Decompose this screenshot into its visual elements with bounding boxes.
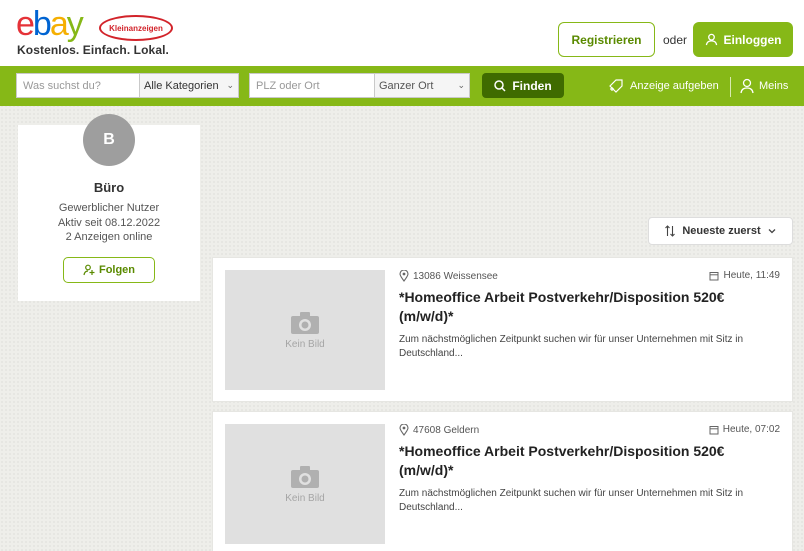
nav-divider — [730, 77, 731, 97]
seller-type: Gewerblicher Nutzer — [58, 202, 160, 214]
logo-tagline: Kostenlos. Einfach. Lokal. — [17, 43, 169, 57]
sort-label: Neueste zuerst — [682, 225, 761, 237]
seller-name: Büro — [93, 180, 125, 195]
listing-title[interactable]: *Homeoffice Arbeit Postverkehr/Dispositi… — [399, 442, 769, 480]
login-button[interactable]: Einloggen — [693, 22, 793, 57]
listing-description: Zum nächstmöglichen Zeitpunkt suchen wir… — [399, 334, 744, 359]
user-icon — [740, 78, 754, 94]
active-since: Aktiv seit 08.12.2022 — [57, 217, 161, 229]
radius-select[interactable]: Ganzer Ort ⌄ — [374, 73, 470, 98]
find-button[interactable]: Finden — [482, 73, 564, 98]
date-text: Heute, 07:02 — [722, 424, 780, 435]
add-pin-icon — [609, 79, 623, 93]
calendar-icon — [709, 271, 719, 280]
camera-icon — [291, 465, 319, 488]
location-text: 13086 Weissensee — [413, 270, 498, 282]
user-icon — [705, 33, 717, 46]
chevron-down-icon: ⌄ — [457, 80, 465, 90]
search-input[interactable]: Was suchst du? — [16, 73, 140, 98]
no-image-label: Kein Bild — [285, 492, 325, 504]
camera-icon — [291, 311, 319, 334]
mine-label: Meins — [759, 80, 789, 92]
register-button[interactable]: Registrieren — [558, 22, 655, 57]
login-label: Einloggen — [723, 32, 782, 47]
sort-dropdown[interactable]: Neueste zuerst — [648, 217, 793, 245]
search-icon — [494, 79, 506, 92]
listing-thumbnail[interactable]: Kein Bild — [225, 424, 385, 544]
follow-button[interactable]: Folgen — [63, 257, 155, 283]
top-header: ebay Kleinanzeigen Kostenlos. Einfach. L… — [0, 0, 804, 66]
no-image-label: Kein Bild — [285, 338, 325, 350]
my-account-link[interactable]: Meins — [740, 77, 788, 95]
post-ad-label: Anzeige aufgeben — [630, 80, 719, 92]
location-input[interactable]: PLZ oder Ort — [249, 73, 375, 98]
listing-date: Heute, 11:49 — [709, 270, 780, 281]
radius-value: Ganzer Ort — [379, 79, 434, 92]
find-label: Finden — [512, 78, 552, 93]
or-label: oder — [663, 33, 688, 47]
listing-card[interactable]: Kein Bild 47608 Geldern Heute, 07:02 *Ho… — [212, 411, 793, 551]
category-value: Alle Kategorien — [144, 79, 219, 92]
location-pin-icon — [399, 424, 409, 436]
follow-label: Folgen — [98, 264, 136, 276]
chevron-down-icon: ⌄ — [226, 80, 234, 90]
ads-online-count: 2 Anzeigen online — [65, 231, 153, 243]
category-select[interactable]: Alle Kategorien ⌄ — [139, 73, 239, 98]
ebay-kleinanzeigen-logo[interactable]: ebay Kleinanzeigen Kostenlos. Einfach. L… — [16, 6, 176, 60]
logo-wordmark: ebay — [16, 5, 84, 43]
listing-thumbnail[interactable]: Kein Bild — [225, 270, 385, 390]
post-ad-link[interactable]: Anzeige aufgeben — [608, 77, 719, 95]
listing-location: 13086 Weissensee — [399, 270, 498, 282]
listing-title[interactable]: *Homeoffice Arbeit Postverkehr/Dispositi… — [399, 288, 769, 326]
listing-location: 47608 Geldern — [399, 424, 479, 436]
sort-icon — [665, 225, 676, 237]
follow-user-icon — [83, 264, 95, 276]
calendar-icon — [709, 425, 719, 434]
chevron-down-icon — [768, 229, 776, 234]
location-pin-icon — [399, 270, 409, 282]
listing-description: Zum nächstmöglichen Zeitpunkt suchen wir… — [399, 488, 744, 513]
seller-profile-card: B Büro Gewerblicher Nutzer Aktiv seit 08… — [18, 114, 200, 301]
listing-date: Heute, 07:02 — [709, 424, 780, 435]
date-text: Heute, 11:49 — [723, 270, 780, 281]
logo-badge: Kleinanzeigen — [99, 15, 173, 41]
location-text: 47608 Geldern — [413, 424, 480, 436]
search-bar: Was suchst du? Alle Kategorien ⌄ PLZ ode… — [0, 66, 804, 106]
listing-card[interactable]: Kein Bild 13086 Weissensee Heute, 11:49 … — [212, 257, 793, 402]
avatar: B — [83, 114, 135, 166]
